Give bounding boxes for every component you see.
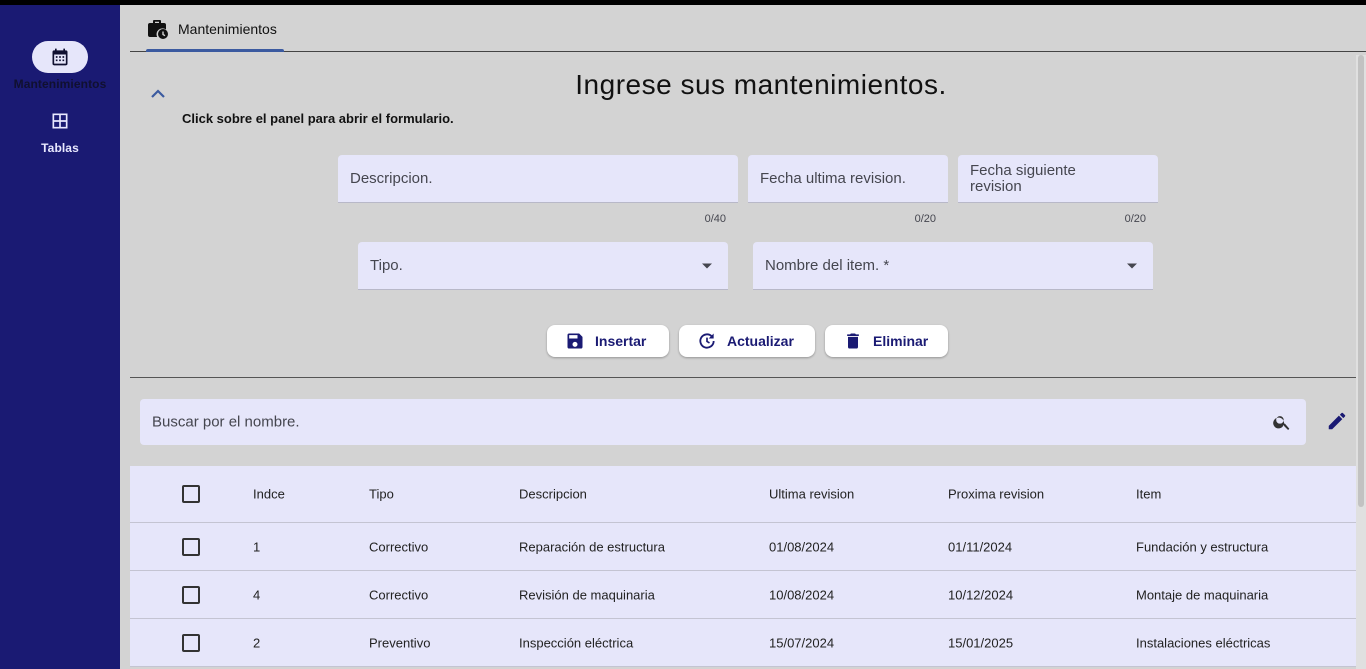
cell-indice: 4 (253, 587, 261, 602)
grid-icon (52, 113, 68, 129)
navigation-rail: Mantenimientos Tablas (0, 5, 120, 669)
cell-ultima-revision: 15/07/2024 (769, 635, 835, 650)
actualizar-button[interactable]: Actualizar (679, 325, 815, 357)
cell-ultima-revision: 10/08/2024 (769, 587, 835, 602)
cell-item: Montaje de maquinaria (1136, 587, 1269, 602)
tab-mantenimientos[interactable]: Mantenimientos (146, 5, 277, 52)
save-icon (567, 333, 583, 349)
dropdown-arrow-icon (702, 263, 712, 268)
tipo-select[interactable]: Tipo. (358, 242, 728, 290)
fecha-siguiente-input[interactable]: Fecha siguiente revision (958, 155, 1158, 203)
search-icon[interactable] (1272, 412, 1292, 432)
row-checkbox[interactable] (182, 537, 200, 556)
cell-tipo: Correctivo (369, 539, 429, 554)
section-divider (130, 377, 1366, 378)
row-checkbox[interactable] (182, 585, 200, 604)
table-row[interactable]: 1 Correctivo Reparación de estructura 01… (130, 523, 1356, 571)
refresh-clock-icon (699, 333, 715, 349)
cell-descripcion: Reparación de estructura (519, 539, 665, 554)
search-input[interactable]: Buscar por el nombre. (140, 399, 1306, 445)
nav-item-label: Mantenimientos (13, 77, 107, 91)
cell-proxima-revision: 15/01/2025 (948, 635, 1014, 650)
fecha-siguiente-counter: 0/20 (1124, 213, 1146, 225)
vertical-scrollbar[interactable] (1356, 55, 1366, 669)
nombre-item-placeholder: Nombre del item. * (765, 256, 890, 274)
header-indice[interactable]: Indce (253, 487, 285, 502)
tab-label: Mantenimientos (178, 20, 277, 37)
table-row[interactable]: 2 Preventivo Inspección eléctrica 15/07/… (130, 619, 1356, 667)
calendar-icon (52, 48, 68, 66)
maintenance-table: Indce Tipo Descripcion Ultima revision P… (130, 466, 1356, 667)
tab-active-indicator (146, 49, 284, 52)
nav-item-mantenimientos[interactable]: Mantenimientos (0, 41, 120, 91)
cell-indice: 1 (253, 539, 261, 554)
nav-pill (32, 41, 88, 73)
table-header-row: Indce Tipo Descripcion Ultima revision P… (130, 466, 1356, 523)
cell-descripcion: Inspección eléctrica (519, 635, 634, 650)
header-tipo[interactable]: Tipo (369, 487, 394, 502)
edit-pencil-icon[interactable] (1326, 410, 1348, 432)
header-ultima-revision[interactable]: Ultima revision (769, 487, 854, 502)
tipo-placeholder: Tipo. (370, 256, 403, 274)
nav-item-label: Tablas (41, 141, 79, 155)
cell-descripcion: Revisión de maquinaria (519, 587, 655, 602)
header-item[interactable]: Item (1136, 487, 1161, 502)
cell-item: Instalaciones eléctricas (1136, 635, 1271, 650)
cell-ultima-revision: 01/08/2024 (769, 539, 835, 554)
maintenance-bag-icon (148, 19, 168, 39)
row-checkbox[interactable] (182, 633, 200, 652)
cell-proxima-revision: 01/11/2024 (948, 539, 1013, 554)
descripcion-counter: 0/40 (704, 213, 726, 225)
search-placeholder: Buscar por el nombre. (152, 413, 300, 431)
trash-icon (847, 333, 859, 349)
fecha-siguiente-placeholder: Fecha siguiente revision (970, 161, 1076, 195)
eliminar-label: Eliminar (873, 333, 929, 349)
panel-subtitle[interactable]: Click sobre el panel para abrir el formu… (182, 111, 454, 126)
dropdown-arrow-icon (1127, 263, 1137, 268)
insertar-button[interactable]: Insertar (547, 325, 669, 357)
cell-tipo: Preventivo (369, 635, 431, 650)
nav-pill (32, 105, 88, 137)
nombre-item-select[interactable]: Nombre del item. * (753, 242, 1153, 290)
eliminar-button[interactable]: Eliminar (825, 325, 948, 357)
header-proxima-revision[interactable]: Proxima revision (948, 487, 1044, 502)
descripcion-input[interactable]: Descripcion. (338, 155, 738, 203)
main-content: Mantenimientos Ingrese sus mantenimiento… (120, 5, 1366, 669)
cell-indice: 2 (253, 635, 261, 650)
actualizar-label: Actualizar (727, 333, 794, 349)
cell-item: Fundación y estructura (1136, 539, 1269, 554)
table-row[interactable]: 4 Correctivo Revisión de maquinaria 10/0… (130, 571, 1356, 619)
descripcion-placeholder: Descripcion. (350, 169, 433, 187)
select-all-checkbox[interactable] (182, 485, 200, 503)
tab-bar: Mantenimientos (130, 5, 1366, 52)
fecha-ultima-placeholder: Fecha ultima revision. (760, 169, 906, 187)
fecha-ultima-counter: 0/20 (914, 213, 936, 225)
cell-proxima-revision: 10/12/2024 (948, 587, 1014, 602)
cell-tipo: Correctivo (369, 587, 429, 602)
page-title: Ingrese sus mantenimientos. (575, 69, 947, 100)
insertar-label: Insertar (595, 333, 647, 349)
scrollbar-thumb[interactable] (1358, 55, 1364, 507)
fecha-ultima-input[interactable]: Fecha ultima revision. (748, 155, 948, 203)
nav-item-tablas[interactable]: Tablas (0, 105, 120, 155)
header-descripcion[interactable]: Descripcion (519, 487, 587, 502)
